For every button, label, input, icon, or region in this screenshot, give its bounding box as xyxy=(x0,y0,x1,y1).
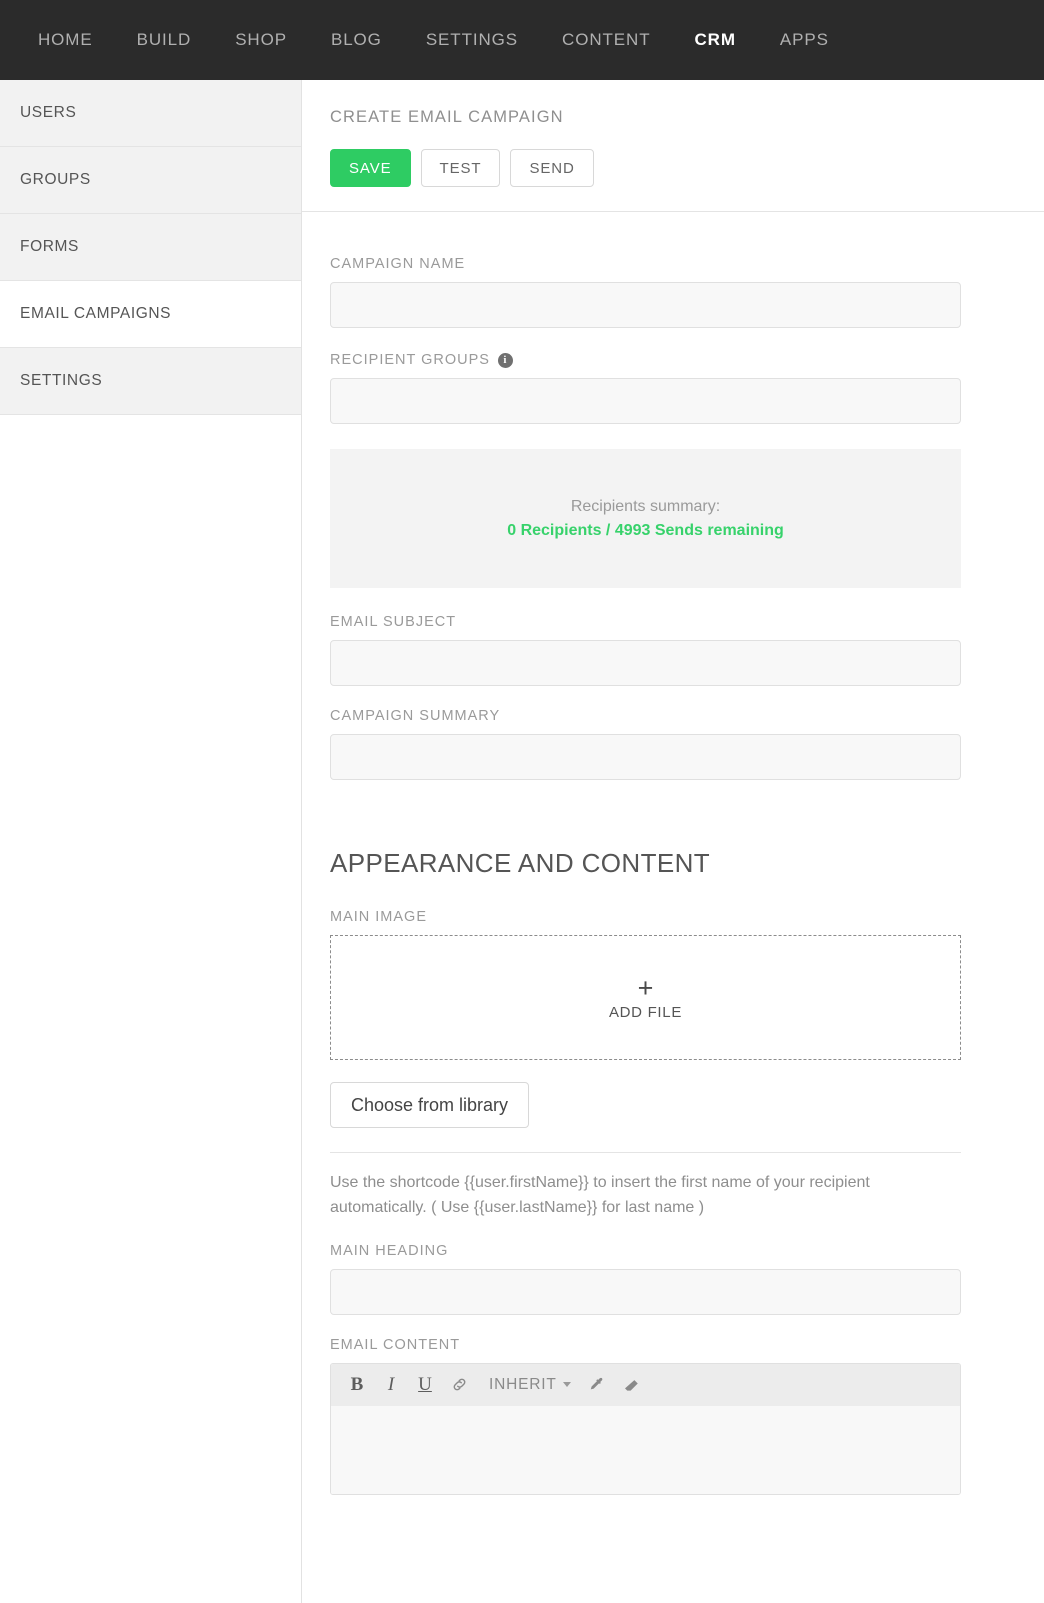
campaign-name-label: CAMPAIGN NAME xyxy=(330,256,466,272)
link-icon[interactable] xyxy=(445,1370,473,1400)
editor-toolbar: B I U INHERIT xyxy=(331,1363,960,1406)
recipients-summary-value: 0 Recipients / 4993 Sends remaining xyxy=(507,521,784,539)
sidebar-item-email-campaigns[interactable]: EMAIL CAMPAIGNS xyxy=(0,281,301,348)
email-content-label: EMAIL CONTENT xyxy=(330,1336,461,1353)
campaign-name-input[interactable] xyxy=(330,282,961,328)
format-select-value: INHERIT xyxy=(489,1375,557,1393)
send-button[interactable]: SEND xyxy=(510,149,594,187)
header-divider xyxy=(302,211,1044,212)
top-navigation-bar: HOME BUILD SHOP BLOG SETTINGS CONTENT CR… xyxy=(0,0,1044,80)
email-content-textarea[interactable] xyxy=(331,1405,960,1494)
sidebar-item-settings[interactable]: SETTINGS xyxy=(0,348,301,415)
nav-item-home[interactable]: HOME xyxy=(16,0,115,80)
eraser-icon[interactable] xyxy=(617,1370,645,1400)
nav-item-settings[interactable]: SETTINGS xyxy=(404,0,540,80)
action-button-row: SAVE TEST SEND xyxy=(330,149,1044,187)
nav-item-crm[interactable]: CRM xyxy=(673,0,758,80)
field-email-subject: EMAIL SUBJECT xyxy=(330,614,1016,686)
campaign-form: CAMPAIGN NAME RECIPIENT GROUPS i Recipie… xyxy=(302,256,1044,1495)
page-header: CREATE EMAIL CAMPAIGN SAVE TEST SEND xyxy=(302,80,1044,187)
main-heading-label: MAIN HEADING xyxy=(330,1242,449,1259)
add-file-label: ADD FILE xyxy=(608,1003,683,1021)
recipients-summary-label: Recipients summary: xyxy=(570,497,721,515)
main-content: CREATE EMAIL CAMPAIGN SAVE TEST SEND CAM… xyxy=(302,80,1044,1603)
recipient-groups-label-text: RECIPIENT GROUPS xyxy=(330,352,490,368)
page-body: USERS GROUPS FORMS EMAIL CAMPAIGNS SETTI… xyxy=(0,80,1044,1603)
nav-item-build[interactable]: BUILD xyxy=(115,0,214,80)
nav-item-apps[interactable]: APPS xyxy=(758,0,851,80)
field-main-image: MAIN IMAGE + ADD FILE Choose from librar… xyxy=(330,909,1016,1128)
format-select[interactable]: INHERIT xyxy=(489,1376,571,1394)
nav-item-shop[interactable]: SHOP xyxy=(213,0,309,80)
main-heading-input[interactable] xyxy=(330,1268,961,1315)
email-content-editor: B I U INHERIT xyxy=(330,1362,961,1495)
campaign-summary-label: CAMPAIGN SUMMARY xyxy=(330,708,501,724)
bold-button[interactable]: B xyxy=(343,1370,371,1400)
email-subject-label: EMAIL SUBJECT xyxy=(330,614,457,630)
test-button[interactable]: TEST xyxy=(420,149,501,187)
field-main-heading: MAIN HEADING xyxy=(330,1243,1016,1315)
plus-icon: + xyxy=(637,972,654,1003)
eyedropper-icon[interactable] xyxy=(583,1370,611,1400)
page-title: CREATE EMAIL CAMPAIGN xyxy=(330,108,564,126)
sidebar-item-forms[interactable]: FORMS xyxy=(0,214,301,281)
sidebar-item-groups[interactable]: GROUPS xyxy=(0,147,301,214)
italic-button[interactable]: I xyxy=(377,1370,405,1400)
sidebar: USERS GROUPS FORMS EMAIL CAMPAIGNS SETTI… xyxy=(0,80,302,1603)
recipients-summary-box: Recipients summary: 0 Recipients / 4993 … xyxy=(330,449,961,588)
field-campaign-name: CAMPAIGN NAME xyxy=(330,256,1016,328)
email-subject-input[interactable] xyxy=(330,640,961,686)
chevron-down-icon xyxy=(562,1382,571,1388)
underline-button[interactable]: U xyxy=(411,1370,439,1400)
field-email-content: EMAIL CONTENT B I U INHERIT xyxy=(330,1337,1016,1495)
section-divider xyxy=(330,1152,961,1153)
campaign-summary-input[interactable] xyxy=(330,734,961,780)
choose-from-library-button[interactable]: Choose from library xyxy=(330,1082,530,1128)
recipient-groups-label: RECIPIENT GROUPS i xyxy=(330,352,1016,368)
main-image-label: MAIN IMAGE xyxy=(330,909,428,925)
shortcode-help-text: Use the shortcode {{user.firstName}} to … xyxy=(330,1174,870,1216)
info-icon[interactable]: i xyxy=(497,352,513,368)
appearance-section-heading: APPEARANCE AND CONTENT xyxy=(330,848,711,878)
nav-item-content[interactable]: CONTENT xyxy=(540,0,672,80)
sidebar-item-users[interactable]: USERS xyxy=(0,80,301,147)
nav-item-blog[interactable]: BLOG xyxy=(309,0,404,80)
save-button[interactable]: SAVE xyxy=(330,149,411,187)
main-image-dropzone[interactable]: + ADD FILE xyxy=(330,935,961,1060)
recipient-groups-input[interactable] xyxy=(330,378,961,424)
field-campaign-summary: CAMPAIGN SUMMARY xyxy=(330,708,1016,780)
field-recipient-groups: RECIPIENT GROUPS i xyxy=(330,352,1016,424)
